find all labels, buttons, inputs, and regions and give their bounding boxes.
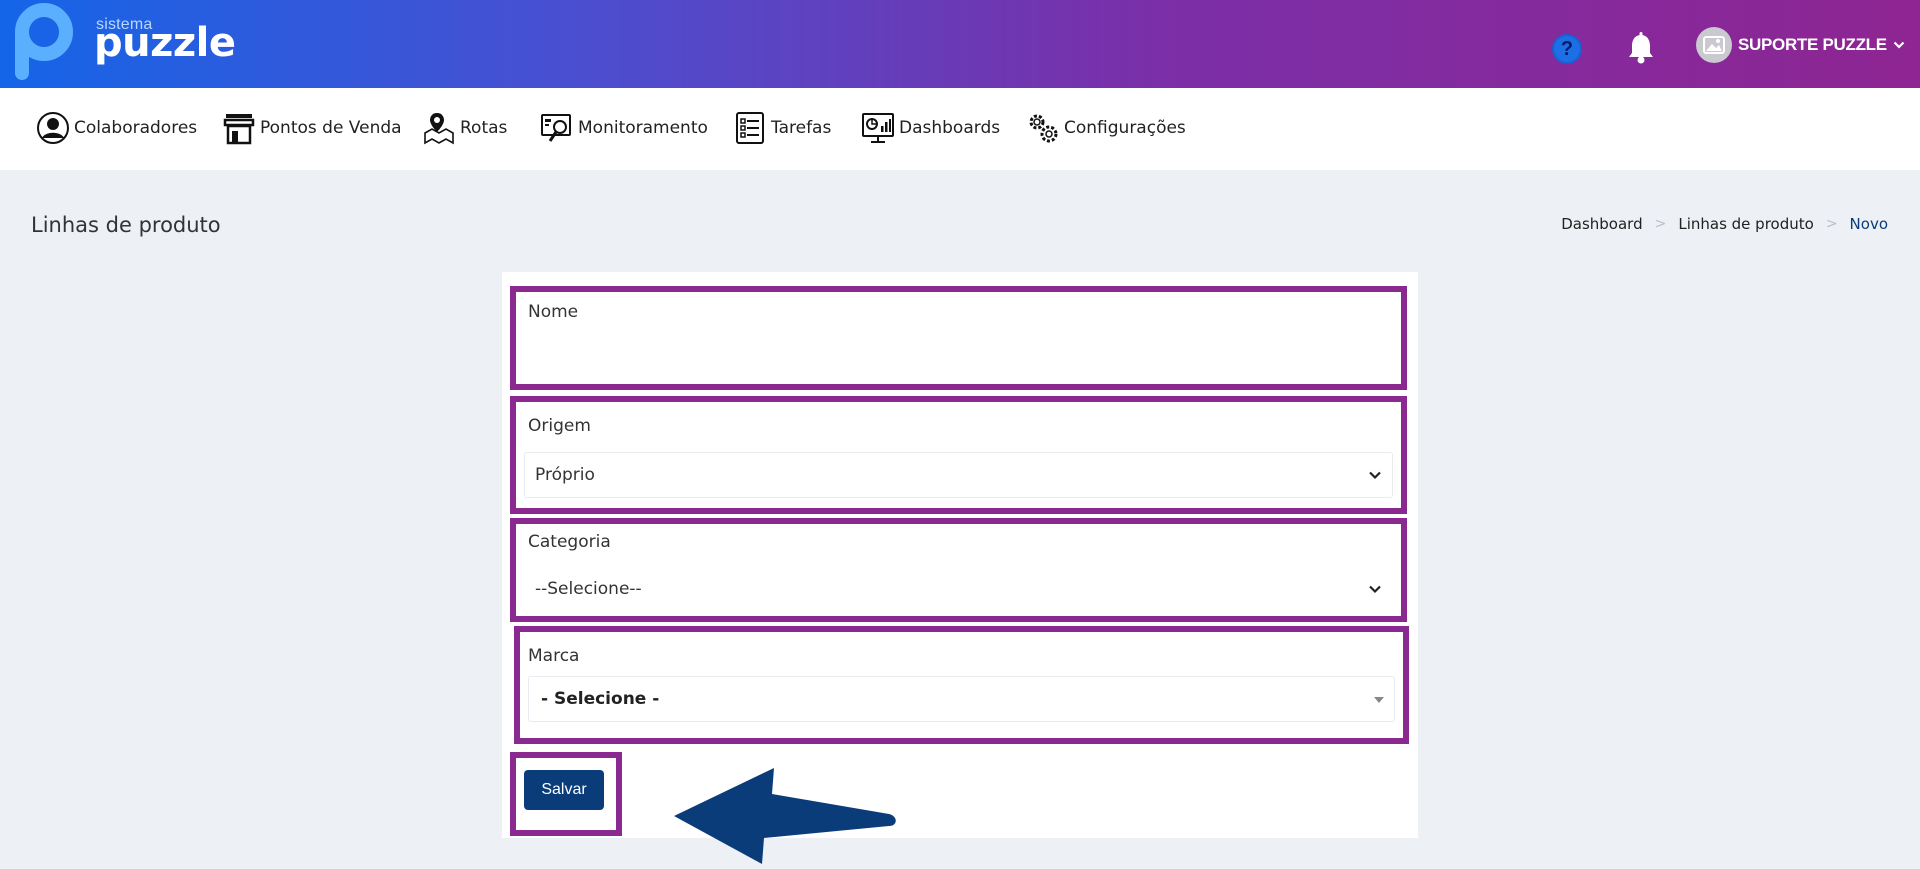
page-title: Linhas de produto [31, 213, 221, 237]
nome-field-group: Nome [510, 286, 1407, 390]
user-menu[interactable]: SUPORTE PUZZLE [1696, 27, 1905, 63]
breadcrumb-dashboard[interactable]: Dashboard [1561, 215, 1642, 233]
nav-label: Dashboards [899, 118, 1001, 138]
marca-label: Marca [528, 646, 580, 666]
save-button[interactable]: Salvar [524, 770, 604, 810]
sistema-puzzle-logo[interactable]: sistema puzzle [14, 2, 236, 84]
marca-selected-value: - Selecione - [541, 689, 660, 709]
nav-item-dashboards[interactable]: Dashboards [861, 108, 1000, 148]
nome-input[interactable] [524, 332, 1393, 378]
gears-icon [1029, 114, 1058, 143]
top-header: sistema puzzle ? SUPORTE PUZZLE [0, 0, 1920, 88]
nav-label: Configurações [1064, 118, 1186, 138]
save-button-group: Salvar [510, 752, 622, 836]
checklist-icon [736, 112, 764, 144]
origem-field-group: Origem Próprio [510, 396, 1407, 514]
categoria-label: Categoria [528, 532, 611, 552]
chevron-down-icon [1369, 471, 1381, 480]
origem-select[interactable]: Próprio [524, 452, 1393, 498]
categoria-field-group: Categoria --Selecione-- [510, 518, 1407, 622]
marca-select[interactable]: - Selecione - [528, 676, 1395, 722]
image-placeholder-icon [1703, 36, 1725, 54]
dashboard-monitor-icon [862, 113, 894, 143]
breadcrumb-current: Novo [1849, 215, 1888, 233]
caret-down-icon [1374, 697, 1384, 703]
logo-big-text: puzzle [94, 20, 236, 66]
chevron-down-icon [1369, 585, 1381, 594]
breadcrumb-linhas-de-produto[interactable]: Linhas de produto [1678, 215, 1813, 233]
nav-label: Pontos de Venda [260, 118, 402, 138]
nav-item-colaboradores[interactable]: Colaboradores [36, 108, 197, 148]
main-nav: Colaboradores Pontos de Venda Rotas Moni… [0, 88, 1920, 170]
form-card: Nome Origem Próprio Categoria --Selecion… [502, 272, 1418, 838]
nav-item-tarefas[interactable]: Tarefas [733, 108, 831, 148]
marca-field-group: Marca - Selecione - [514, 626, 1409, 744]
nav-item-monitoramento[interactable]: Monitoramento [540, 108, 708, 148]
breadcrumb-separator-icon: > [1654, 216, 1667, 232]
origem-label: Origem [528, 416, 591, 436]
nav-item-pontos-de-venda[interactable]: Pontos de Venda [222, 108, 402, 148]
nome-label: Nome [528, 302, 579, 322]
user-name: SUPORTE PUZZLE [1738, 35, 1887, 54]
help-icon[interactable]: ? [1552, 34, 1582, 64]
nav-label: Rotas [460, 118, 508, 138]
breadcrumb: Dashboard > Linhas de produto > Novo [1561, 215, 1888, 233]
monitor-search-icon [541, 114, 571, 142]
nav-item-rotas[interactable]: Rotas [422, 108, 507, 148]
nav-item-configuracoes[interactable]: Configurações [1026, 108, 1186, 148]
bell-icon[interactable] [1624, 31, 1658, 65]
breadcrumb-separator-icon: > [1825, 216, 1838, 232]
map-pin-icon [424, 113, 454, 145]
store-icon [223, 114, 255, 145]
chevron-down-icon [1893, 41, 1905, 49]
origem-selected-value: Próprio [535, 465, 595, 485]
user-circle-icon [37, 112, 69, 144]
categoria-select[interactable]: --Selecione-- [524, 566, 1393, 612]
nav-label: Tarefas [771, 118, 832, 138]
annotation-arrow-icon [674, 768, 896, 864]
avatar [1696, 27, 1732, 63]
puzzle-logo-icon [15, 3, 73, 80]
nav-label: Colaboradores [74, 118, 198, 138]
nav-label: Monitoramento [578, 118, 708, 138]
categoria-selected-value: --Selecione-- [535, 579, 642, 599]
